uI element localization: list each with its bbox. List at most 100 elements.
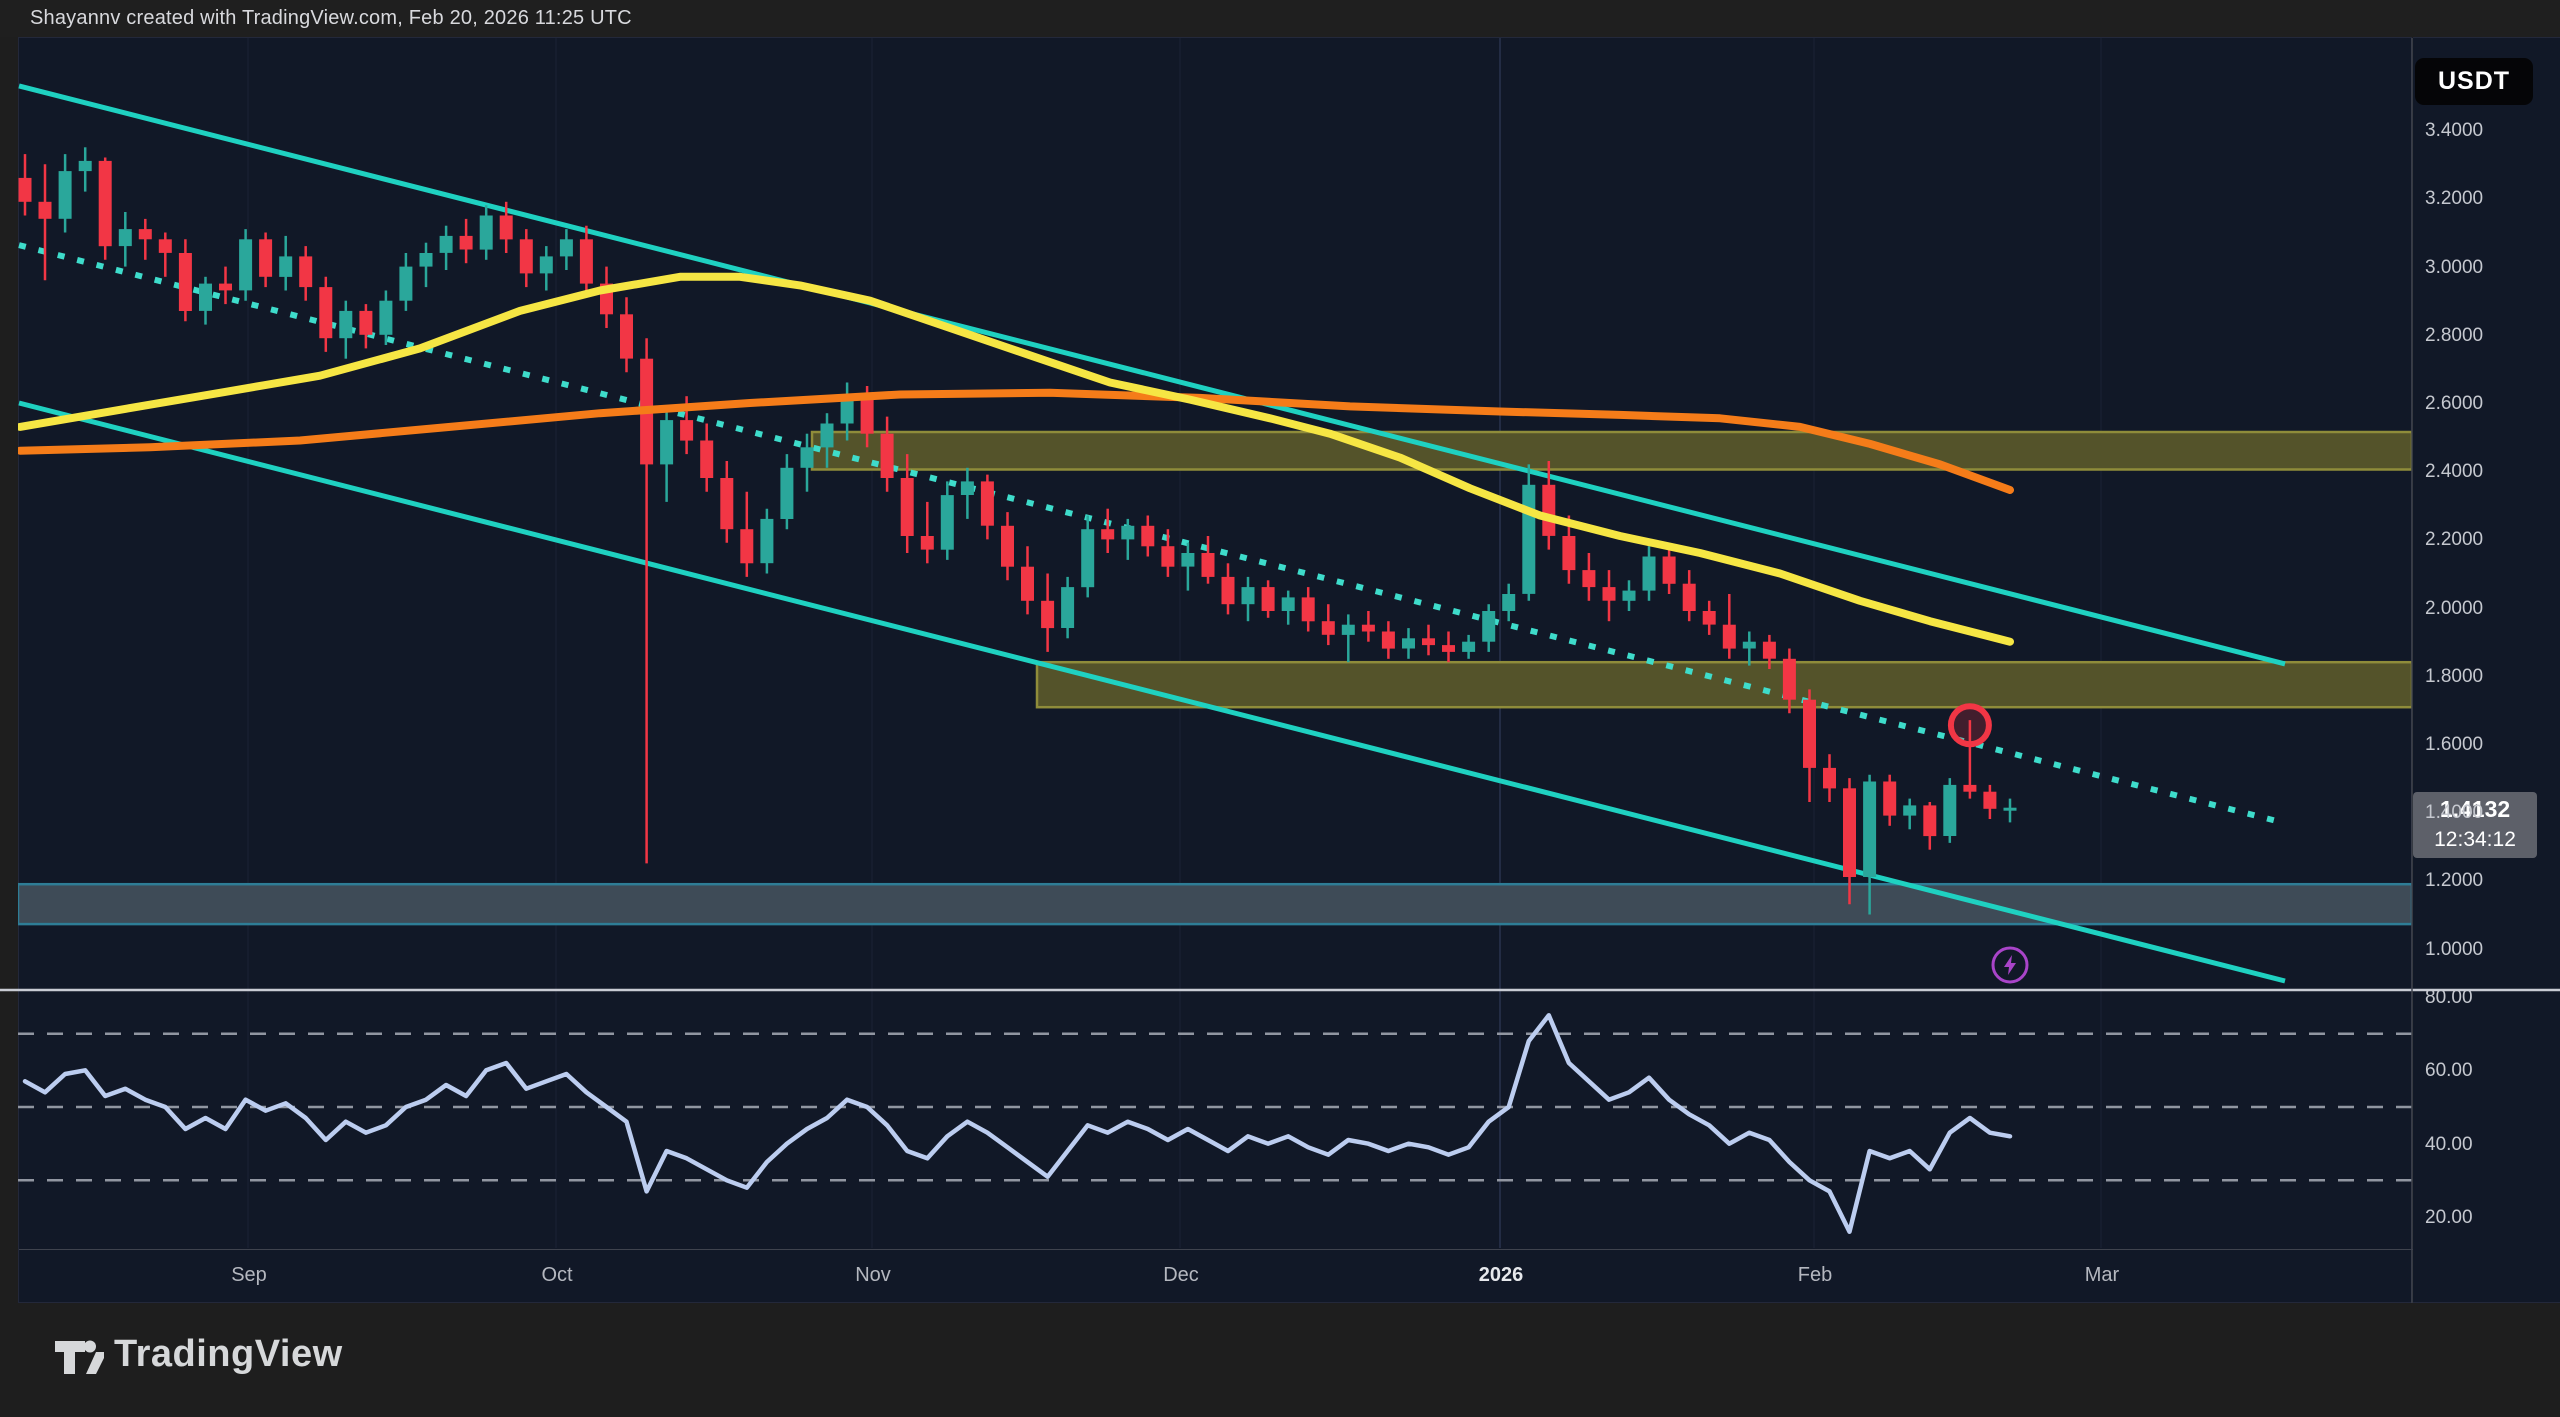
candle	[760, 519, 773, 563]
candle	[1442, 645, 1455, 652]
candle	[961, 481, 974, 495]
candle	[1903, 805, 1916, 815]
candle	[1041, 601, 1054, 628]
candle	[700, 441, 713, 479]
candle	[540, 256, 553, 273]
candle	[1141, 526, 1154, 547]
candle	[1863, 782, 1876, 878]
candle	[19, 178, 32, 202]
candle	[420, 253, 433, 267]
candle	[1222, 577, 1235, 604]
candle	[901, 478, 914, 536]
candle	[239, 239, 252, 290]
candle	[259, 239, 272, 276]
candle	[580, 239, 593, 283]
candle	[1402, 638, 1415, 648]
candle	[1603, 587, 1616, 601]
candle	[1282, 597, 1295, 611]
candle	[159, 239, 172, 253]
candle	[680, 420, 693, 441]
candle	[1121, 526, 1134, 540]
candle	[1422, 638, 1435, 645]
candle	[279, 256, 292, 277]
candle	[1623, 591, 1636, 601]
candle	[339, 311, 352, 338]
candle	[359, 311, 372, 335]
candle	[1081, 529, 1094, 587]
candle	[520, 239, 533, 273]
candle	[1001, 526, 1014, 567]
candle	[440, 236, 453, 253]
candle	[780, 468, 793, 519]
candle	[1302, 597, 1315, 621]
candle	[1322, 621, 1335, 635]
candle	[1743, 642, 1756, 649]
candle	[1161, 546, 1174, 567]
candle	[821, 424, 834, 448]
candle	[1101, 529, 1114, 539]
channel-upper	[19, 86, 2285, 664]
candle	[1963, 785, 1976, 792]
candle	[620, 314, 633, 358]
candle	[941, 495, 954, 550]
candle	[1562, 536, 1575, 570]
candle	[480, 216, 493, 250]
candle	[1542, 485, 1555, 536]
candle	[319, 287, 332, 338]
lightning-icon[interactable]	[1993, 948, 2027, 982]
candle	[1262, 587, 1275, 611]
candle	[1021, 567, 1034, 601]
candle	[460, 236, 473, 250]
tradingview-screenshot: Shayannv created with TradingView.com, F…	[0, 0, 2560, 1417]
candle	[199, 284, 212, 311]
candle	[139, 229, 152, 239]
candle	[1803, 700, 1816, 768]
rsi-line	[25, 1015, 2010, 1231]
candle	[1522, 485, 1535, 594]
candle	[1763, 642, 1776, 659]
candle	[1703, 611, 1716, 625]
candle	[59, 171, 72, 219]
candle	[1643, 557, 1656, 591]
candle	[99, 161, 112, 246]
candle	[720, 478, 733, 529]
candle	[921, 536, 934, 550]
candle	[119, 229, 132, 246]
chart-canvas[interactable]	[0, 0, 2560, 1417]
candle	[179, 253, 192, 311]
candle	[1983, 792, 1996, 809]
candle	[39, 202, 52, 219]
candle	[1582, 570, 1595, 587]
candle	[1663, 557, 1676, 584]
candle	[399, 267, 412, 301]
candle	[861, 396, 874, 434]
candle	[219, 284, 232, 291]
rsi-pane[interactable]	[18, 1015, 2412, 1231]
candle	[660, 420, 673, 464]
support-zone	[18, 884, 2412, 924]
candle	[1683, 584, 1696, 611]
candle	[1202, 553, 1215, 577]
candle	[981, 481, 994, 525]
candle	[1181, 553, 1194, 567]
candle	[1783, 659, 1796, 700]
candle	[1823, 768, 1836, 789]
supply-zone-mid	[1037, 662, 2412, 707]
candle	[1362, 625, 1375, 632]
candle	[1502, 594, 1515, 611]
candle	[1342, 625, 1355, 635]
candle	[299, 256, 312, 287]
candle	[1723, 625, 1736, 649]
candle	[1883, 782, 1896, 816]
rejection-circle-annotation	[1951, 706, 1989, 744]
price-pane[interactable]	[18, 86, 2412, 982]
candle	[740, 529, 753, 563]
candle	[1462, 642, 1475, 652]
candle	[1061, 587, 1074, 628]
candle	[1923, 805, 1936, 836]
candle	[1482, 611, 1495, 642]
candle	[881, 434, 894, 478]
candle	[1382, 632, 1395, 649]
candle	[379, 301, 392, 335]
candle	[1843, 788, 1856, 877]
